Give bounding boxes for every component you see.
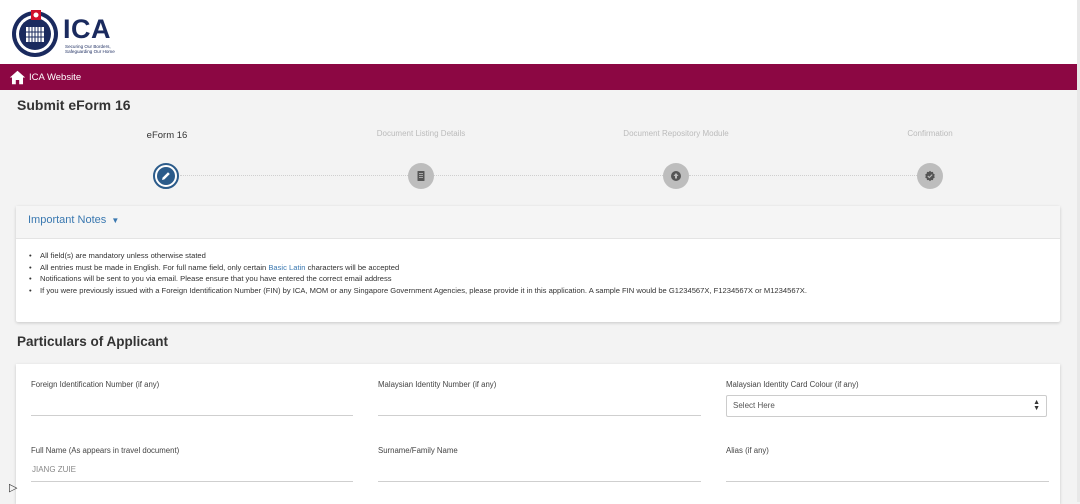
basic-latin-link[interactable]: Basic Latin	[268, 263, 305, 272]
my-id-field-underline[interactable]	[378, 415, 701, 416]
step-3-document-repository[interactable]	[663, 163, 689, 189]
ica-website-link[interactable]: ICA Website	[9, 68, 81, 86]
my-id-label: Malaysian Identity Number (if any)	[378, 380, 497, 389]
step-label-document-listing: Document Listing Details	[376, 129, 466, 138]
alias-field-underline[interactable]	[726, 481, 1049, 482]
page-title: Submit eForm 16	[17, 97, 131, 113]
full-name-input[interactable]: JIANG ZUIE	[32, 465, 76, 474]
sidebar-expand-icon[interactable]: ▷	[9, 481, 17, 494]
step-connector	[180, 175, 408, 176]
note-item: All entries must be made in English. For…	[29, 262, 1060, 274]
step-connector	[434, 175, 663, 176]
note-item: Notifications will be sent to you via em…	[29, 273, 1060, 285]
id-colour-select[interactable]: Select Here ▲ ▼	[726, 395, 1047, 417]
ica-website-label: ICA Website	[29, 71, 82, 83]
full-name-label: Full Name (As appears in travel document…	[31, 446, 180, 455]
step-connector	[689, 175, 917, 176]
top-navbar: ICA Website	[0, 64, 1077, 90]
chevron-down-icon: ▼	[111, 216, 120, 225]
notes-list: All field(s) are mandatory unless otherw…	[16, 239, 1060, 297]
select-arrows-icon: ▲ ▼	[1033, 399, 1040, 412]
note-item-suffix: characters will be accepted	[305, 262, 400, 272]
full-name-field-underline[interactable]	[31, 481, 353, 482]
surname-field-underline[interactable]	[378, 481, 701, 482]
important-notes-panel: Important Notes ▼ All field(s) are manda…	[16, 206, 1060, 322]
important-notes-title: Important Notes	[28, 214, 107, 226]
pencil-icon	[162, 172, 170, 180]
note-item: All field(s) are mandatory unless otherw…	[29, 250, 1060, 262]
step-label-document-repository: Document Repository Module	[623, 129, 729, 138]
important-notes-toggle[interactable]: Important Notes ▼	[16, 206, 1060, 239]
logo-wordmark: ICA	[63, 14, 111, 44]
step-label-confirmation: Confirmation	[907, 129, 953, 138]
note-item-text: All entries must be made in English. For…	[40, 262, 269, 272]
step-4-confirmation[interactable]	[917, 163, 943, 189]
step-1-eform16[interactable]	[153, 163, 179, 189]
upload-icon	[671, 171, 681, 181]
applicant-form: Foreign Identification Number (if any) M…	[16, 364, 1060, 504]
step-label-eform16: eForm 16	[146, 130, 188, 141]
note-item: If you were previously issued with a For…	[29, 285, 1060, 297]
surname-label: Surname/Family Name	[378, 446, 458, 455]
step-2-document-listing[interactable]	[408, 163, 434, 189]
step-1-inner	[157, 167, 175, 185]
id-colour-label: Malaysian Identity Card Colour (if any)	[726, 380, 859, 389]
document-list-icon	[417, 171, 425, 181]
fin-field-underline[interactable]	[31, 415, 353, 416]
alias-label: Alias (if any)	[726, 446, 769, 455]
id-colour-selected: Select Here	[733, 401, 775, 410]
fin-label: Foreign Identification Number (if any)	[31, 380, 160, 389]
site-header: ICA Securing Our Borders, Safeguarding O…	[0, 0, 1077, 64]
check-badge-icon	[925, 170, 935, 182]
section-title-applicant: Particulars of Applicant	[17, 334, 169, 349]
tagline-line-2: Safeguarding Our Home	[65, 49, 115, 55]
logo-tagline: Securing Our Borders, Safeguarding Our H…	[65, 44, 135, 54]
home-icon	[9, 70, 26, 84]
ica-seal-icon[interactable]	[10, 8, 60, 58]
